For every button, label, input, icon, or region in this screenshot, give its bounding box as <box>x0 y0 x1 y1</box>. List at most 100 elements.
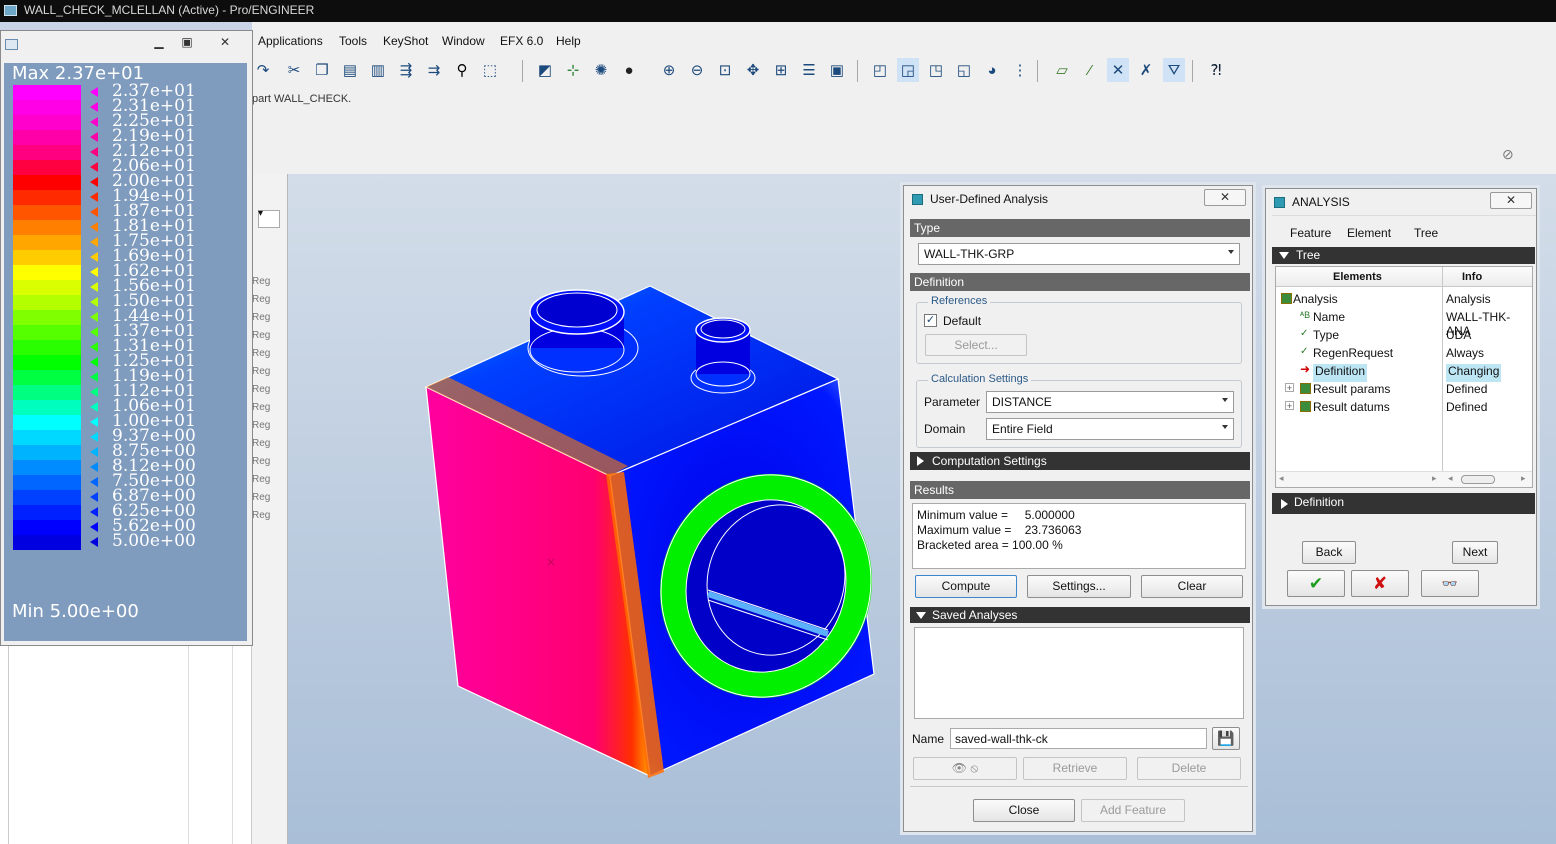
layers-icon[interactable]: ☰ <box>798 58 820 82</box>
view-manager-icon[interactable]: ▣ <box>826 58 848 82</box>
datum-points-icon[interactable]: ✕ <box>1107 58 1129 82</box>
orient-icon[interactable]: ✺ <box>590 58 612 82</box>
datum-axes-icon[interactable]: ⁄ <box>1079 58 1101 82</box>
regen-manager-icon[interactable]: ⇉ <box>423 58 445 82</box>
menu-keyshot[interactable]: KeyShot <box>383 34 428 48</box>
paste-special-icon[interactable]: ▥ <box>367 58 389 82</box>
analysis-node-icon <box>1281 293 1292 304</box>
expand-plus-icon[interactable]: + <box>1285 401 1294 411</box>
menu-applications[interactable]: Applications <box>258 34 323 48</box>
shading-icon[interactable]: ◱ <box>953 58 975 82</box>
default-checkbox[interactable]: ✓ <box>924 314 937 327</box>
saved-views-icon[interactable]: ⊞ <box>770 58 792 82</box>
tree-row-reg: Reg <box>252 348 271 359</box>
scroll-left-icon[interactable]: ◂ <box>1448 473 1453 484</box>
navigator-dropdown-icon[interactable]: ▾ <box>258 208 263 219</box>
regenerate-icon[interactable]: ⇶ <box>395 58 417 82</box>
saved-analyses-list[interactable] <box>914 627 1244 719</box>
scroll-thumb[interactable] <box>1461 475 1495 484</box>
scroll-right-icon[interactable]: ▸ <box>1521 473 1526 484</box>
back-button[interactable]: Back <box>1302 541 1356 564</box>
name-input[interactable]: saved-wall-thk-ck <box>950 728 1207 749</box>
menu-help[interactable]: Help <box>556 34 581 48</box>
zoom-in-icon[interactable]: ⊕ <box>658 58 680 82</box>
hidden-line-icon[interactable]: ◲ <box>897 58 919 82</box>
saved-analyses-header[interactable]: Saved Analyses <box>910 607 1250 623</box>
tree-row-element-selected[interactable]: Definition <box>1313 364 1368 382</box>
analysis-dialog: ANALYSIS ✕ Feature Element Tree Tree Ele… <box>1265 188 1537 606</box>
settings-button[interactable]: Settings... <box>1027 575 1131 598</box>
definition-section-header[interactable]: Definition <box>1272 493 1535 514</box>
retrieve-button[interactable]: Retrieve <box>1023 757 1127 780</box>
tree-row-element[interactable]: Result datums <box>1313 400 1390 418</box>
legend-color-band <box>13 370 81 385</box>
reorient-icon[interactable]: ✥ <box>742 58 764 82</box>
type-select[interactable]: WALL-THK-GRP <box>918 243 1240 265</box>
datum-planes-icon[interactable]: ▱ <box>1051 58 1073 82</box>
legend-color-band <box>13 175 81 190</box>
zoom-out-icon[interactable]: ⊖ <box>686 58 708 82</box>
find-icon[interactable]: ⚲ <box>451 58 473 82</box>
tree-row-element[interactable]: Type <box>1313 328 1339 346</box>
tree-row-element[interactable]: Name <box>1313 310 1345 328</box>
status-lamp-icon: ⊘ <box>1502 146 1514 162</box>
close-button[interactable]: Close <box>973 799 1075 822</box>
cancel-x-icon[interactable]: ✘ <box>1351 570 1409 597</box>
enhanced-realism-icon[interactable]: ◕ <box>981 58 1003 82</box>
next-button[interactable]: Next <box>1452 541 1498 564</box>
ok-checkmark-icon[interactable]: ✔ <box>1287 570 1345 597</box>
add-feature-button[interactable]: Add Feature <box>1081 799 1185 822</box>
refit-icon[interactable]: ⊡ <box>714 58 736 82</box>
compute-button[interactable]: Compute <box>915 575 1017 598</box>
minimize-icon[interactable]: ▁ <box>147 35 171 51</box>
domain-select[interactable]: Entire Field <box>986 418 1234 440</box>
datum-csys-icon[interactable]: ✗ <box>1135 58 1157 82</box>
show-hide-icon[interactable]: 👁 ⦸ <box>913 757 1017 780</box>
legend-level-marker <box>90 372 98 382</box>
horizontal-scrollbar[interactable]: ◂ ▸ ◂ ▸ <box>1276 471 1532 487</box>
menu-tools[interactable]: Tools <box>339 34 367 48</box>
redo-icon[interactable]: ↷ <box>252 58 274 82</box>
tree-row-element[interactable]: Analysis <box>1293 292 1338 310</box>
tree-row-element[interactable]: RegenRequest <box>1313 346 1393 364</box>
scroll-right-icon[interactable]: ▸ <box>1432 473 1437 484</box>
menu-tree[interactable]: Tree <box>1414 226 1438 240</box>
no-hidden-icon[interactable]: ◳ <box>925 58 947 82</box>
spin-center-icon[interactable]: ⊹ <box>562 58 584 82</box>
menu-window[interactable]: Window <box>442 34 485 48</box>
model-tree-icon[interactable]: ⋮ <box>1009 58 1031 82</box>
delete-button[interactable]: Delete <box>1137 757 1241 780</box>
legend-window[interactable]: ▁ ▣ ✕ Max 2.37e+01 2.37e+01 2.31e+01 2.25e… <box>0 30 253 646</box>
close-icon[interactable]: ✕ <box>213 35 237 51</box>
parameter-select[interactable]: DISTANCE <box>986 391 1234 413</box>
computation-settings-header[interactable]: Computation Settings <box>910 452 1250 470</box>
appearance-icon[interactable]: ● <box>618 58 640 82</box>
preview-glasses-icon[interactable]: 👓 <box>1421 570 1479 597</box>
legend-color-band <box>13 490 81 505</box>
select-button[interactable]: Select... <box>925 334 1027 356</box>
navigator-panel: ▾ Reg Reg Reg Reg Reg Reg Reg Reg Reg Re… <box>252 174 288 844</box>
context-help-icon[interactable]: ⁈ <box>1205 58 1227 82</box>
select-box-icon[interactable]: ⬚ <box>479 58 501 82</box>
legend-level-marker <box>90 162 98 172</box>
paste-icon[interactable]: ▤ <box>339 58 361 82</box>
tree-row-element[interactable]: Result params <box>1313 382 1390 400</box>
maximize-icon[interactable]: ▣ <box>175 35 199 51</box>
menu-efx[interactable]: EFX 6.0 <box>500 34 543 48</box>
copy-icon[interactable]: ❐ <box>311 58 333 82</box>
cut-icon[interactable]: ✂ <box>283 58 305 82</box>
close-icon[interactable]: ✕ <box>1490 192 1532 209</box>
clear-button[interactable]: Clear <box>1141 575 1243 598</box>
name-label: Name <box>912 732 945 746</box>
repaint-icon[interactable]: ◩ <box>534 58 556 82</box>
save-icon[interactable]: 💾 <box>1212 727 1240 750</box>
menu-element[interactable]: Element <box>1347 226 1391 240</box>
close-icon[interactable]: ✕ <box>1204 189 1246 206</box>
wireframe-icon[interactable]: ◰ <box>869 58 891 82</box>
expand-plus-icon[interactable]: + <box>1285 383 1294 393</box>
col-elements: Elements <box>1333 271 1382 283</box>
menu-feature[interactable]: Feature <box>1290 226 1331 240</box>
scroll-left-icon[interactable]: ◂ <box>1279 473 1284 484</box>
tree-section-header[interactable]: Tree <box>1272 247 1535 264</box>
annotation-icon[interactable]: ⛛ <box>1163 58 1185 82</box>
